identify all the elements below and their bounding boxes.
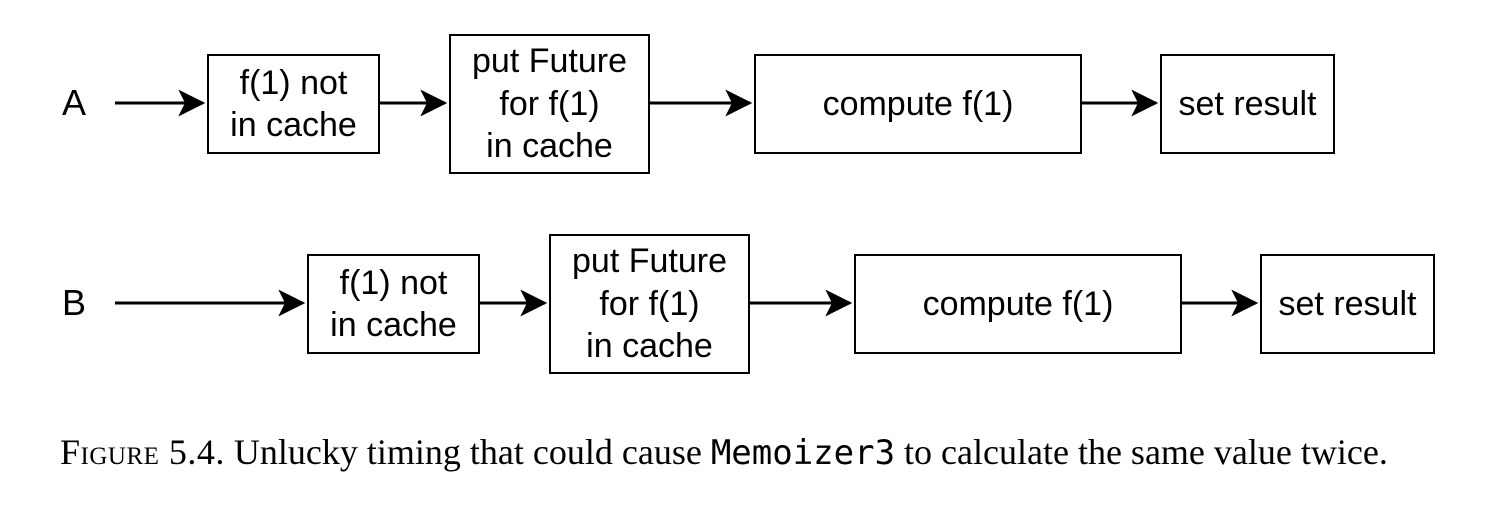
caption-text-pre: Unlucky timing that could cause [225, 432, 711, 472]
box-a-put-future: put Futurefor f(1)in cache [449, 34, 650, 174]
caption-code: Memoizer3 [711, 433, 895, 473]
row-label-b: B [62, 282, 86, 324]
box-a-set-result: set result [1160, 54, 1335, 154]
box-b-compute: compute f(1) [854, 254, 1182, 354]
box-b-set-result: set result [1260, 254, 1435, 354]
row-label-a: A [62, 82, 86, 124]
box-b-put-future: put Futurefor f(1)in cache [549, 234, 750, 374]
diagram-canvas: A f(1) notin cache put Futurefor f(1)in … [0, 0, 1512, 530]
box-a-check-cache: f(1) notin cache [207, 54, 380, 154]
box-a-compute: compute f(1) [754, 54, 1082, 154]
figure-number: Figure 5.4. [60, 432, 225, 472]
figure-caption: Figure 5.4. Unlucky timing that could ca… [60, 428, 1487, 477]
box-b-check-cache: f(1) notin cache [307, 254, 480, 354]
caption-text-post: to calculate the same value twice. [895, 432, 1388, 472]
